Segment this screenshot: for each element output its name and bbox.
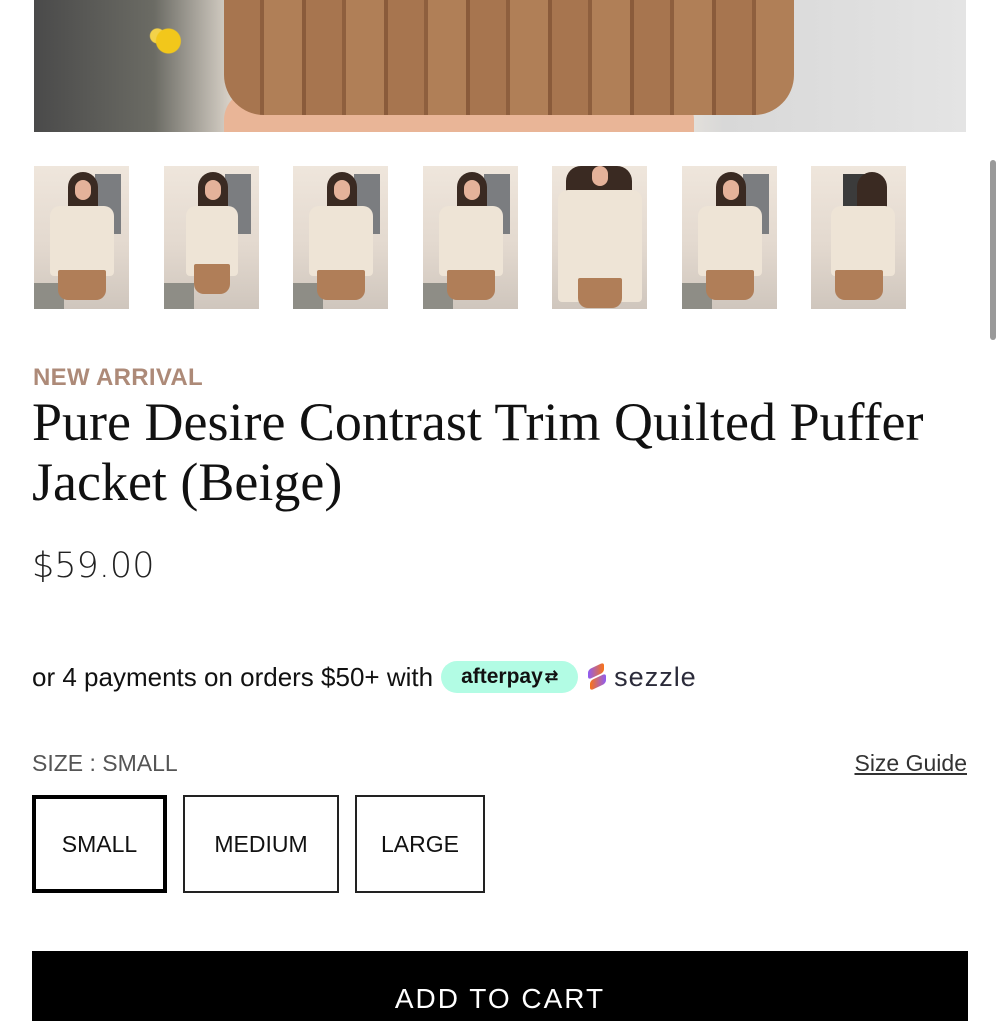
thumbnail-1[interactable] — [34, 166, 129, 309]
thumbnail-3[interactable] — [293, 166, 388, 309]
installment-text: or 4 payments on orders $50+ with — [32, 661, 434, 692]
afterpay-badge[interactable]: afterpay ⇄ — [441, 661, 579, 693]
thumbnail-5[interactable] — [552, 166, 647, 309]
size-option-large[interactable]: LARGE — [355, 795, 485, 893]
thumbnail-strip — [34, 166, 914, 310]
new-arrival-badge: NEW ARRIVAL — [33, 364, 203, 391]
thumbnail-6[interactable] — [682, 166, 777, 309]
afterpay-label: afterpay — [461, 665, 543, 688]
scrollbar[interactable] — [990, 160, 996, 340]
sezzle-icon — [586, 662, 608, 691]
sezzle-logo[interactable]: sezzle — [586, 662, 697, 693]
size-option-medium[interactable]: MEDIUM — [183, 795, 339, 893]
size-option-small[interactable]: SMALL — [32, 795, 167, 893]
product-price: $59.00 — [32, 546, 155, 586]
product-title: Pure Desire Contrast Trim Quilted Puffer… — [32, 392, 924, 512]
thumbnail-2[interactable] — [164, 166, 259, 309]
size-guide-link[interactable]: Size Guide — [854, 750, 967, 777]
size-label: SIZE : SMALL — [32, 750, 178, 776]
thumbnail-4[interactable] — [423, 166, 518, 309]
sezzle-label: sezzle — [614, 661, 697, 692]
thumbnail-7[interactable] — [811, 166, 906, 309]
brown-skirt — [224, 0, 794, 115]
flower-detail — [142, 24, 186, 58]
installment-payments: or 4 payments on orders $50+ with afterp… — [32, 660, 697, 694]
product-main-image[interactable] — [34, 0, 966, 132]
afterpay-arrows-icon: ⇄ — [544, 669, 559, 686]
add-to-cart-button[interactable]: ADD TO CART — [32, 951, 968, 1021]
